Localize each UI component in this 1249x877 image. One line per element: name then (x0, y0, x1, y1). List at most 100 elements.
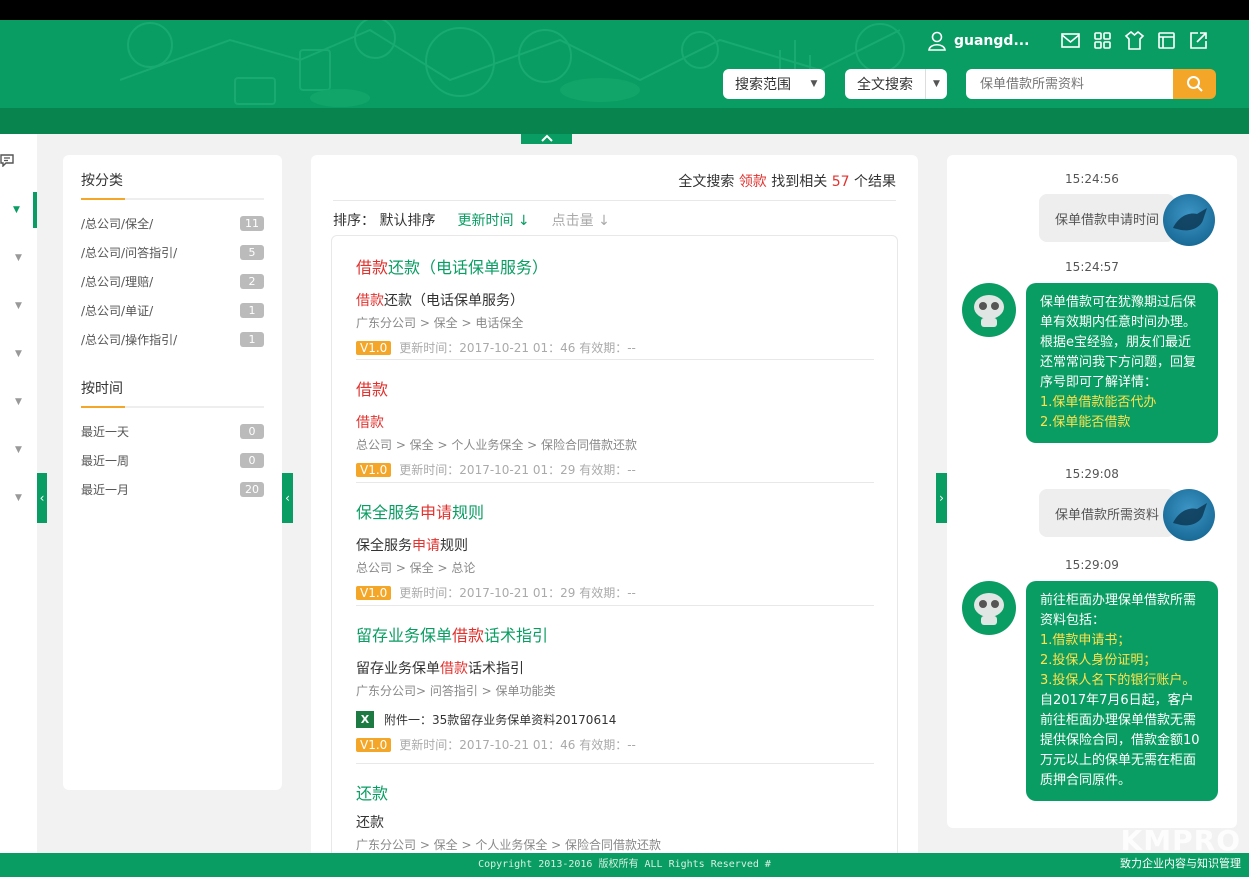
category-filter-item[interactable]: /总公司/保全/11 (81, 209, 264, 238)
time-heading: 按时间 (81, 381, 123, 397)
category-filter-item[interactable]: /总公司/理赔/2 (81, 267, 264, 296)
rail-collapse-button[interactable]: ‹ (37, 473, 47, 523)
result-subtitle: 留存业务保单借款话术指引 (356, 661, 524, 677)
divider (356, 605, 874, 606)
time-filter-item[interactable]: 最近一周 0 (81, 446, 264, 475)
sort-by-clicks[interactable]: 点击量 ↓ (552, 210, 610, 230)
rail-item-1[interactable]: ▼ (0, 192, 37, 228)
scope-select-label: 搜索范围 (735, 77, 791, 93)
quick-reply-option[interactable]: 2.保单能否借款 (1040, 413, 1204, 433)
apps-grid-icon[interactable] (1092, 30, 1113, 51)
category-filter-item[interactable]: /总公司/单证/1 (81, 296, 264, 325)
rail-item-6[interactable]: ▼ (0, 432, 37, 468)
result-title[interactable]: 借款还款（电话保单服务） (356, 254, 874, 278)
meta-text: 更新时间：2017-10-21 01：46 有效期：-- (399, 738, 636, 752)
divider (333, 200, 896, 201)
sort-default[interactable]: 默认排序 (379, 213, 435, 229)
sub-bar (0, 108, 1249, 134)
divider (356, 763, 874, 764)
bot-avatar (962, 283, 1016, 337)
layout-window-icon[interactable] (1156, 30, 1177, 51)
filter-panel: 按分类 /总公司/保全/11 /总公司/问答指引/5 /总公司/理赔/2 /总公… (63, 155, 282, 790)
meta-text: 更新时间：2017-10-21 01：29 有效期：-- (399, 463, 636, 477)
result-path: 广东分公司 > 保全 > 电话保全 (356, 316, 524, 330)
external-link-icon[interactable] (1188, 30, 1209, 51)
count-badge: 20 (240, 482, 264, 497)
time-filter-item[interactable]: 最近一天 0 (81, 417, 264, 446)
scope-select[interactable]: 搜索范围 ▼ (723, 69, 825, 99)
attachment-link[interactable]: X 附件一：35款留存业务保单资料20170614 (356, 711, 874, 728)
result-meta: V1.0 更新时间：2017-10-21 01：29 有效期：-- (356, 584, 874, 601)
result-count: 57 (831, 174, 850, 190)
version-badge: V1.0 (356, 340, 392, 355)
collapse-header-button[interactable] (521, 134, 572, 144)
copyright: Copyright 2013-2016 版权所有 ALL Rights Rese… (478, 859, 771, 870)
summary-mid: 找到相关 (771, 174, 828, 190)
search-input[interactable] (966, 69, 1174, 99)
result-subtitle: 还款 (356, 815, 384, 831)
attachment-name: 附件一：35款留存业务保单资料20170614 (384, 713, 617, 727)
result-item: 保全服务申请规则 保全服务申请规则 总公司 > 保全 > 总论 V1.0 更新时间… (356, 499, 874, 601)
comment-icon[interactable] (0, 142, 37, 178)
result-path: 总公司 > 保全 > 总论 (356, 561, 476, 575)
filter-label: /总公司/操作指引/ (81, 333, 178, 347)
mail-icon[interactable] (1060, 30, 1081, 51)
top-strip (0, 0, 1249, 20)
filter-label: 最近一月 (81, 483, 130, 497)
brand-slogan: 致力企业内容与知识管理 (1120, 857, 1241, 870)
version-badge: V1.0 (356, 462, 392, 477)
brand-name: KMPRO (1120, 824, 1241, 857)
sort-by-updated[interactable]: 更新时间 ↓ (457, 210, 529, 230)
rail-item-7[interactable]: ▼ (0, 480, 37, 516)
arrow-down-icon: ↓ (517, 213, 530, 229)
chevron-right-icon: › (939, 491, 944, 505)
left-rail: ▼ ▼ ▼ ▼ ▼ ▼ ▼ (0, 134, 37, 854)
filter-label: /总公司/保全/ (81, 217, 154, 231)
version-badge: V1.0 (356, 585, 392, 600)
chevron-up-icon (540, 134, 553, 142)
bot-message: 前往柜面办理保单借款所需 资料包括： 1.借款申请书； 2.投保人身份证明； 3… (1026, 581, 1218, 801)
chat-collapse-button[interactable]: › (936, 473, 947, 523)
divider (356, 359, 874, 360)
results-list: 借款还款（电话保单服务） 借款还款（电话保单服务） 广东分公司 > 保全 > 电… (331, 235, 898, 855)
category-filter-item[interactable]: /总公司/操作指引/1 (81, 325, 264, 354)
rail-item-5[interactable]: ▼ (0, 384, 37, 420)
result-item: 还款 还款 广东分公司 > 保全 > 个人业务保全 > 保险合同借款还款 (356, 780, 874, 853)
header-icons (1060, 30, 1209, 51)
result-title[interactable]: 留存业务保单借款话术指引 (356, 622, 874, 646)
user-message: 保单借款所需资料 (1038, 489, 1175, 537)
result-title[interactable]: 借款 (356, 376, 874, 400)
rail-item-3[interactable]: ▼ (0, 288, 37, 324)
chat-panel: 15:24:56 保单借款申请时间 15:24:57 保单借款可在犹豫期过后保 … (947, 155, 1237, 828)
search-icon (1186, 76, 1203, 92)
count-badge: 5 (240, 245, 264, 260)
result-subtitle: 借款还款（电话保单服务） (356, 293, 524, 309)
filter-collapse-button[interactable]: ‹ (282, 473, 293, 523)
result-subtitle: 借款 (356, 415, 384, 431)
user-avatar (1163, 489, 1215, 541)
filter-label: /总公司/理赔/ (81, 275, 154, 289)
caret-down-icon: ▼ (810, 79, 818, 89)
result-title[interactable]: 保全服务申请规则 (356, 499, 874, 523)
time-filter-item[interactable]: 最近一月 20 (81, 475, 264, 504)
quick-reply-option[interactable]: 1.保单借款能否代办 (1040, 393, 1204, 413)
meta-text: 更新时间：2017-10-21 01：46 有效期：-- (399, 341, 636, 355)
category-filter-item[interactable]: /总公司/问答指引/5 (81, 238, 264, 267)
result-item: 留存业务保单借款话术指引 留存业务保单借款话术指引 广东分公司> 问答指引 > … (356, 622, 874, 753)
user-menu[interactable]: guangd... (928, 30, 1029, 52)
result-path: 总公司 > 保全 > 个人业务保全 > 保险合同借款还款 (356, 438, 638, 452)
shirt-theme-icon[interactable] (1124, 30, 1145, 51)
filter-label: 最近一天 (81, 425, 130, 439)
search-keyword: 领款 (738, 174, 767, 190)
summary-prefix: 全文搜索 (678, 174, 735, 190)
result-title[interactable]: 还款 (356, 780, 874, 804)
filter-label: /总公司/单证/ (81, 304, 154, 318)
username: guangd... (954, 33, 1030, 49)
rail-item-4[interactable]: ▼ (0, 336, 37, 372)
divider (356, 482, 874, 483)
search-button[interactable] (1173, 69, 1216, 99)
result-path: 广东分公司 > 保全 > 个人业务保全 > 保险合同借款还款 (356, 838, 662, 852)
rail-item-2[interactable]: ▼ (0, 240, 37, 276)
message-time: 15:29:08 (1065, 467, 1119, 481)
mode-select[interactable]: 全文搜索 ▼ (845, 69, 947, 99)
